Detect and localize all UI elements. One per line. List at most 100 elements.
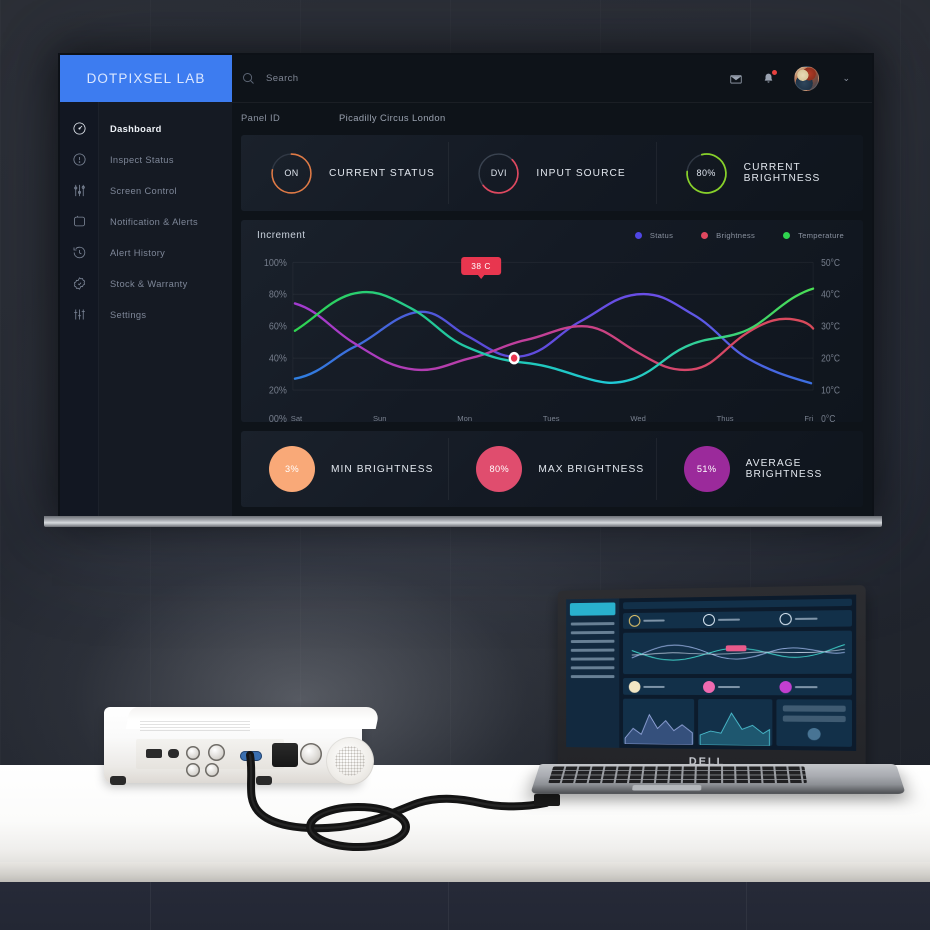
chevron-down-icon[interactable]: ⌄ bbox=[842, 73, 850, 84]
max-brightness-value: 80% bbox=[489, 464, 510, 474]
svg-text:40°C: 40°C bbox=[821, 289, 840, 300]
mini-stat bbox=[623, 612, 697, 629]
legend-item-status[interactable]: Status bbox=[634, 231, 674, 240]
sidebar: DOTPIXSEL LAB Dashboard Inspect Status S… bbox=[60, 55, 232, 517]
sidebar-item-label: Notification & Alerts bbox=[110, 216, 198, 227]
mini-disc bbox=[703, 680, 715, 693]
sidebar-item-label: Screen Control bbox=[110, 185, 177, 196]
sidebar-item-settings[interactable]: Settings bbox=[60, 299, 232, 330]
mini-brightness bbox=[697, 678, 773, 695]
average-brightness-card[interactable]: 51% AVERAGE BRIGHTNESS bbox=[655, 431, 863, 507]
mini-bar bbox=[643, 619, 665, 622]
average-brightness-disc: 51% bbox=[683, 446, 730, 492]
status-ring: ON bbox=[269, 151, 314, 196]
x-axis-labels: Sat Sun Mon Tues Wed Thus Fri bbox=[291, 414, 814, 423]
mail-icon[interactable] bbox=[729, 72, 743, 86]
svg-text:00%: 00% bbox=[269, 413, 287, 422]
mini-nav-item bbox=[570, 622, 615, 626]
search-input[interactable] bbox=[266, 73, 506, 84]
stat-current-brightness[interactable]: 80% CURRENT BRIGHTNESS bbox=[655, 135, 863, 211]
mini-stat bbox=[697, 611, 773, 629]
sidebar-item-screen-control[interactable]: Screen Control bbox=[60, 175, 232, 206]
badge-icon bbox=[60, 276, 99, 291]
mini-disc bbox=[628, 680, 641, 693]
info-circle-icon bbox=[60, 152, 99, 167]
svg-text:0°C: 0°C bbox=[821, 413, 836, 422]
x-tick: Tues bbox=[542, 414, 560, 423]
legend-item-brightness[interactable]: Brightness bbox=[701, 231, 755, 240]
chart-tooltip-marker bbox=[508, 351, 520, 365]
sidebar-item-dashboard[interactable]: Dashboard bbox=[60, 113, 232, 144]
equalizer-icon bbox=[60, 307, 99, 322]
svg-text:80%: 80% bbox=[269, 289, 287, 301]
mini-nav-item bbox=[570, 675, 615, 679]
sidebar-item-notification-alerts[interactable]: Notification & Alerts bbox=[60, 206, 232, 237]
x-tick: Fri bbox=[804, 414, 814, 423]
stat-label: INPUT SOURCE bbox=[536, 167, 626, 179]
sidebar-item-label: Alert History bbox=[110, 247, 166, 258]
status-card-row: ON CURRENT STATUS DVI INPUT SOURCE 80% C… bbox=[241, 135, 863, 211]
max-brightness-disc: 80% bbox=[476, 446, 523, 492]
sidebar-item-stock-warranty[interactable]: Stock & Warranty bbox=[60, 268, 232, 299]
mini-bar bbox=[794, 685, 818, 688]
min-brightness-card[interactable]: 3% MIN BRIGHTNESS bbox=[241, 431, 448, 507]
projector-sticker bbox=[140, 721, 250, 733]
brightness-card-row: 3% MIN BRIGHTNESS 80% MAX BRIGHTNESS 51% bbox=[241, 431, 863, 507]
mini-main bbox=[619, 595, 856, 751]
legend-label: Brightness bbox=[716, 231, 756, 240]
min-brightness-value: 3% bbox=[284, 464, 300, 474]
mini-nav-item bbox=[570, 639, 615, 644]
laptop-base bbox=[530, 764, 906, 794]
topbar: ⌄ bbox=[232, 55, 872, 102]
mini-bottom-panels bbox=[623, 698, 852, 747]
gauge-icon bbox=[60, 121, 99, 136]
search-bar[interactable] bbox=[241, 71, 729, 86]
min-brightness-disc: 3% bbox=[269, 446, 315, 492]
legend-label: Status bbox=[649, 231, 674, 240]
stat-input-source[interactable]: DVI INPUT SOURCE bbox=[448, 135, 655, 211]
mini-brightness bbox=[773, 678, 852, 695]
stat-label: CURRENT BRIGHTNESS bbox=[743, 162, 821, 184]
tooltip-text: 38 C bbox=[461, 257, 501, 275]
mini-brightness-row bbox=[623, 678, 852, 696]
dashboard-content: ON CURRENT STATUS DVI INPUT SOURCE 80% C… bbox=[232, 132, 872, 517]
chart-plot-area: 100% 80% 60% 40% 20% 00% 50°C 40°C 30°C 20°C … bbox=[241, 251, 863, 423]
stat-value: DVI bbox=[490, 168, 507, 178]
chart-legend: Status Brightness Temperature bbox=[634, 231, 844, 240]
max-brightness-card[interactable]: 80% MAX BRIGHTNESS bbox=[448, 431, 655, 507]
scene: DOTPIXSEL LAB Dashboard Inspect Status S… bbox=[0, 0, 930, 930]
mini-bar bbox=[794, 617, 818, 620]
svg-text:60%: 60% bbox=[269, 321, 287, 333]
input-source-ring: DVI bbox=[476, 151, 521, 196]
min-brightness-label: MIN BRIGHTNESS bbox=[331, 463, 434, 475]
avatar[interactable] bbox=[794, 66, 820, 91]
brand-logo[interactable]: DOTPIXSEL LAB bbox=[60, 55, 232, 102]
x-tick: Sun bbox=[372, 414, 387, 423]
mini-status-row bbox=[623, 609, 852, 630]
sidebar-nav: Dashboard Inspect Status Screen Control … bbox=[60, 102, 232, 330]
sidebar-item-inspect-status[interactable]: Inspect Status bbox=[60, 144, 232, 175]
floor-panel-lines bbox=[0, 882, 930, 930]
sidebar-item-alert-history[interactable]: Alert History bbox=[60, 237, 232, 268]
legend-item-temperature[interactable]: Temperature bbox=[783, 231, 844, 240]
y-axis-left-ticks: 100% 80% 60% 40% 20% 00% bbox=[264, 257, 287, 422]
svg-text:10°C: 10°C bbox=[821, 385, 840, 396]
x-tick: Thus bbox=[716, 414, 734, 423]
desk-front-edge bbox=[0, 862, 930, 884]
bell-box-icon bbox=[60, 214, 99, 229]
mini-sidebar bbox=[566, 598, 620, 748]
svg-text:20°C: 20°C bbox=[821, 353, 840, 364]
mini-bar bbox=[717, 618, 740, 621]
laptop-keyboard[interactable] bbox=[548, 766, 808, 784]
svg-text:100%: 100% bbox=[264, 257, 287, 269]
dashboard-app: DOTPIXSEL LAB Dashboard Inspect Status S… bbox=[60, 55, 872, 517]
stat-current-status[interactable]: ON CURRENT STATUS bbox=[241, 135, 448, 211]
legend-dot bbox=[701, 232, 709, 239]
mini-ring bbox=[779, 612, 792, 626]
laptop-touchpad[interactable] bbox=[632, 785, 702, 791]
hdmi-cable bbox=[246, 751, 560, 851]
laptop-lid: DELL bbox=[557, 585, 866, 776]
bell-icon[interactable] bbox=[762, 70, 778, 85]
brightness-ring: 80% bbox=[684, 151, 729, 196]
laptop-device: DELL bbox=[530, 585, 910, 833]
